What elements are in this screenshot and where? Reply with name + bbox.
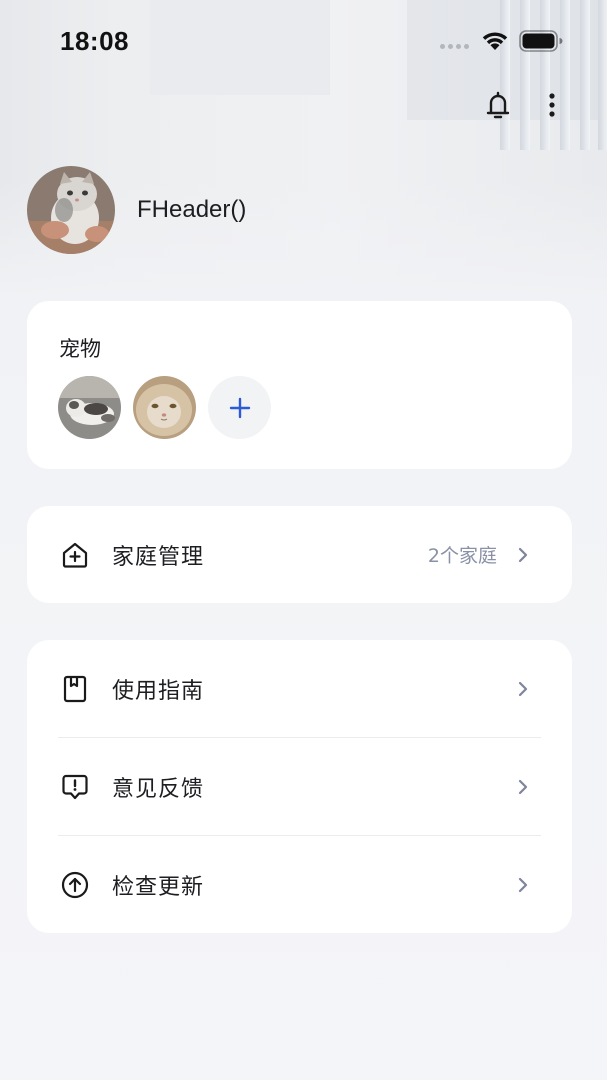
guide-book-icon xyxy=(63,675,87,702)
menu-item-feedback[interactable]: 意见反馈 xyxy=(27,738,572,835)
add-pet-button[interactable] xyxy=(208,376,271,439)
chevron-right-icon xyxy=(518,779,528,794)
menu-item-guide[interactable]: 使用指南 xyxy=(27,640,572,737)
cellular-signal-icon xyxy=(440,44,469,49)
profile-header[interactable]: FHeader() xyxy=(27,166,246,254)
pet-avatar-2[interactable] xyxy=(133,376,196,439)
family-card[interactable]: 家庭管理 2个家庭 xyxy=(27,506,572,603)
pet-avatar-1[interactable] xyxy=(58,376,121,439)
bell-icon[interactable] xyxy=(484,88,512,122)
menu-item-label: 使用指南 xyxy=(112,678,205,704)
family-count: 2个家庭 xyxy=(427,545,497,567)
menu-item-check-update[interactable]: 检查更新 xyxy=(27,836,572,933)
family-management-label: 家庭管理 xyxy=(112,544,205,570)
status-time: 18:08 xyxy=(60,26,129,56)
family-management-row[interactable]: 家庭管理 2个家庭 xyxy=(27,506,572,603)
update-arrow-icon xyxy=(61,871,89,898)
chevron-right-icon xyxy=(518,877,528,892)
plus-icon xyxy=(229,397,250,418)
pet-list xyxy=(58,376,271,439)
username[interactable]: FHeader() xyxy=(137,196,246,224)
pets-title: 宠物 xyxy=(59,337,101,361)
wifi-icon xyxy=(482,32,508,50)
chevron-right-icon xyxy=(518,681,528,696)
more-vertical-icon[interactable] xyxy=(540,92,564,118)
feedback-icon xyxy=(62,774,88,799)
chevron-right-icon xyxy=(518,547,528,562)
menu-item-label: 意见反馈 xyxy=(112,776,205,802)
pets-card: 宠物 xyxy=(27,301,572,469)
status-bar: 18:08 xyxy=(0,0,607,82)
battery-icon xyxy=(519,30,563,52)
menu-card: 使用指南 意见反馈 检查更新 xyxy=(27,640,572,933)
menu-item-label: 检查更新 xyxy=(112,874,205,900)
home-add-icon xyxy=(62,542,88,568)
avatar[interactable] xyxy=(27,166,115,254)
